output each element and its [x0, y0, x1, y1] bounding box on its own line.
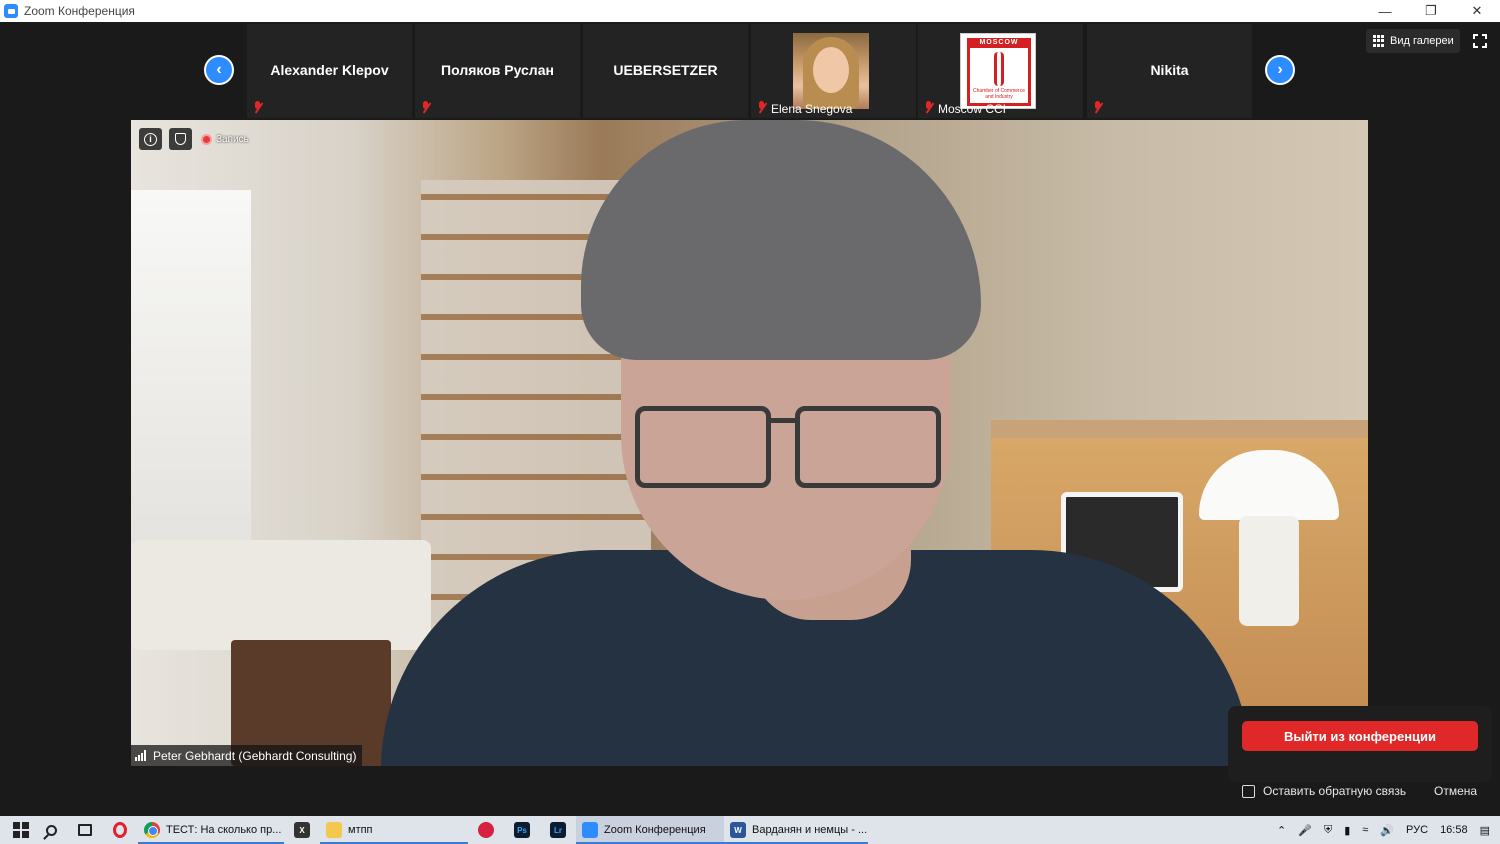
volume-icon[interactable]: 🔊	[1380, 824, 1394, 837]
start-button[interactable]	[0, 816, 34, 844]
task-view-button[interactable]	[68, 816, 102, 844]
opera-icon	[113, 822, 127, 838]
participant-label: Moscow CCI	[938, 102, 1007, 116]
chrome-icon	[144, 822, 160, 838]
opera-taskbar-button[interactable]	[102, 816, 138, 844]
recording-label: Запись	[216, 133, 249, 145]
active-speaker-video[interactable]: i Запись Peter Gebhardt (Gebhardt Consul…	[131, 120, 1368, 766]
notifications-icon[interactable]: ▤	[1480, 824, 1490, 837]
system-tray: ⌃ 🎤 ⛨ ▮ ≈ 🔊 РУС 16:58 ▤	[1271, 816, 1500, 844]
language-indicator[interactable]: РУС	[1406, 824, 1428, 836]
gallery-prev-button[interactable]: ‹	[204, 55, 234, 85]
muted-mic-icon	[757, 101, 767, 114]
zoom-icon	[582, 822, 598, 838]
chevron-left-icon: ‹	[216, 61, 222, 78]
taskbar-app-chrome[interactable]: ТЕСТ: На сколько пр...	[138, 816, 284, 844]
grid-icon	[1373, 35, 1385, 47]
gallery-view-button[interactable]: Вид галереи	[1366, 29, 1460, 53]
security-button[interactable]	[169, 128, 192, 150]
info-icon: i	[144, 132, 157, 146]
gallery-strip: ‹ Alexander Klepov Поляков Руслан UEBERS…	[0, 22, 1500, 120]
speaker-name-label: Peter Gebhardt (Gebhardt Consulting)	[131, 745, 363, 766]
logo-subtext: Chamber of Commerce and Industry	[973, 88, 1025, 100]
chevron-up-icon[interactable]: ⌃	[1277, 824, 1286, 837]
window-controls: — ❐ ✕	[1362, 0, 1500, 22]
task-view-icon	[78, 824, 92, 836]
app-x-icon: X	[294, 822, 310, 838]
taskbar-app-lightroom[interactable]: Lr	[540, 816, 576, 844]
taskbar-app-photoshop[interactable]: Ps	[504, 816, 540, 844]
recording-icon	[201, 133, 212, 145]
folder-icon	[326, 822, 342, 838]
muted-mic-icon	[421, 101, 431, 114]
taskbar-app-x[interactable]: X	[284, 816, 320, 844]
clock[interactable]: 16:58	[1440, 824, 1468, 836]
microphone-icon[interactable]: 🎤	[1298, 824, 1312, 837]
participant-photo	[793, 33, 869, 109]
taskbar-app-red[interactable]	[468, 816, 504, 844]
participant-name: Поляков Руслан	[441, 62, 554, 78]
fullscreen-icon[interactable]	[1472, 33, 1488, 49]
participant-name: Nikita	[1150, 62, 1189, 78]
muted-mic-icon	[1093, 101, 1103, 114]
participant-tile[interactable]: Elena Snegova	[751, 24, 916, 118]
participant-tile[interactable]: Поляков Руслан	[415, 24, 580, 118]
app-red-icon	[478, 822, 494, 838]
chevron-right-icon: ›	[1277, 61, 1283, 78]
muted-mic-icon	[253, 101, 263, 114]
taskbar-app-label: Варданян и немцы - ...	[752, 824, 868, 836]
window-title: Zoom Конференция	[24, 4, 135, 18]
logo-text: MOSCOW	[967, 38, 1031, 48]
word-icon: W	[730, 822, 746, 838]
lightroom-icon: Lr	[550, 822, 566, 838]
feedback-option[interactable]: Оставить обратную связь	[1242, 784, 1406, 798]
search-button[interactable]	[34, 816, 68, 844]
participant-label: Elena Snegova	[771, 102, 853, 116]
muted-mic-icon	[924, 101, 934, 114]
taskbar: ТЕСТ: На сколько пр... X мтпп Ps Lr Zoom…	[0, 816, 1500, 844]
minimize-button[interactable]: —	[1362, 0, 1408, 22]
taskbar-app-label: ТЕСТ: На сколько пр...	[166, 824, 282, 836]
feedback-checkbox[interactable]	[1242, 784, 1255, 798]
speaker-name: Peter Gebhardt (Gebhardt Consulting)	[153, 748, 357, 763]
participant-name: UEBERSETZER	[613, 62, 718, 78]
windows-icon	[13, 822, 29, 838]
search-icon	[45, 824, 57, 836]
taskbar-app-zoom[interactable]: Zoom Конференция	[576, 816, 724, 844]
participant-tile[interactable]: UEBERSETZER	[583, 24, 748, 118]
participant-tile[interactable]: Alexander Klepov	[247, 24, 412, 118]
shield-icon	[175, 133, 186, 145]
taskbar-app-label: Zoom Конференция	[604, 824, 706, 836]
gallery-next-button[interactable]: ›	[1265, 55, 1295, 85]
moscow-cci-logo: MOSCOW Chamber of Commerce and Industry	[960, 33, 1036, 109]
video-overlay-icons: i Запись	[139, 128, 249, 150]
wifi-icon[interactable]: ≈	[1362, 824, 1368, 836]
participant-tile[interactable]: Nikita	[1087, 24, 1252, 118]
taskbar-app-label: мтпп	[348, 824, 373, 836]
participant-tile[interactable]: MOSCOW Chamber of Commerce and Industry …	[918, 24, 1083, 118]
zoom-logo-icon	[4, 4, 18, 18]
participant-name: Alexander Klepov	[270, 62, 389, 78]
gallery-view-label: Вид галереи	[1390, 35, 1454, 47]
close-button[interactable]: ✕	[1454, 0, 1500, 22]
title-bar: Zoom Конференция — ❐ ✕	[0, 0, 1500, 22]
cancel-button[interactable]: Отмена	[1434, 784, 1477, 798]
info-button[interactable]: i	[139, 128, 162, 150]
taskbar-app-folder[interactable]: мтпп	[320, 816, 468, 844]
leave-meeting-popup: Выйти из конференции	[1228, 706, 1492, 782]
taskbar-app-word[interactable]: W Варданян и немцы - ...	[724, 816, 868, 844]
restore-button[interactable]: ❐	[1408, 0, 1454, 22]
battery-icon[interactable]: ▮	[1344, 824, 1350, 837]
meeting-area: ‹ Alexander Klepov Поляков Руслан UEBERS…	[0, 22, 1500, 816]
signal-strength-icon	[135, 750, 147, 761]
feedback-label: Оставить обратную связь	[1263, 784, 1407, 798]
photoshop-icon: Ps	[514, 822, 530, 838]
leave-meeting-button[interactable]: Выйти из конференции	[1242, 721, 1478, 751]
shield-tray-icon[interactable]: ⛨	[1324, 824, 1332, 837]
